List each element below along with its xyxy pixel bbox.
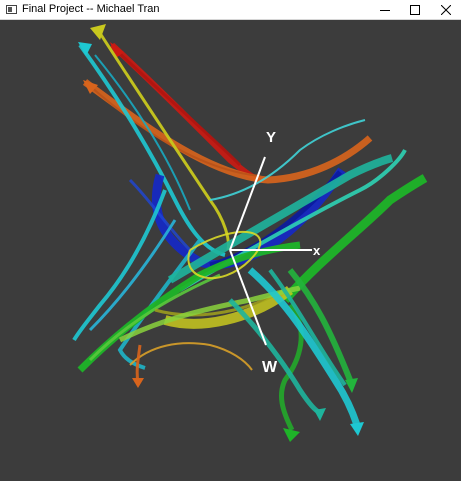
maximize-button[interactable]	[400, 0, 430, 19]
app-window: Final Project -- Michael Tran x Y W	[0, 0, 461, 481]
x-axis-label: x	[313, 243, 321, 258]
minimize-icon	[380, 9, 390, 11]
app-window-icon	[6, 5, 17, 14]
y-axis-label: Y	[266, 129, 276, 146]
minimize-button[interactable]	[370, 0, 400, 19]
window-title: Final Project -- Michael Tran	[22, 3, 160, 15]
close-icon	[441, 4, 451, 15]
maximize-icon	[410, 4, 420, 15]
z-axis-label: W	[262, 359, 278, 376]
close-button[interactable]	[431, 0, 461, 19]
render-viewport[interactable]: x Y W	[0, 20, 461, 481]
streamline-canvas[interactable]: x Y W	[0, 20, 461, 481]
title-bar[interactable]: Final Project -- Michael Tran	[0, 0, 461, 20]
